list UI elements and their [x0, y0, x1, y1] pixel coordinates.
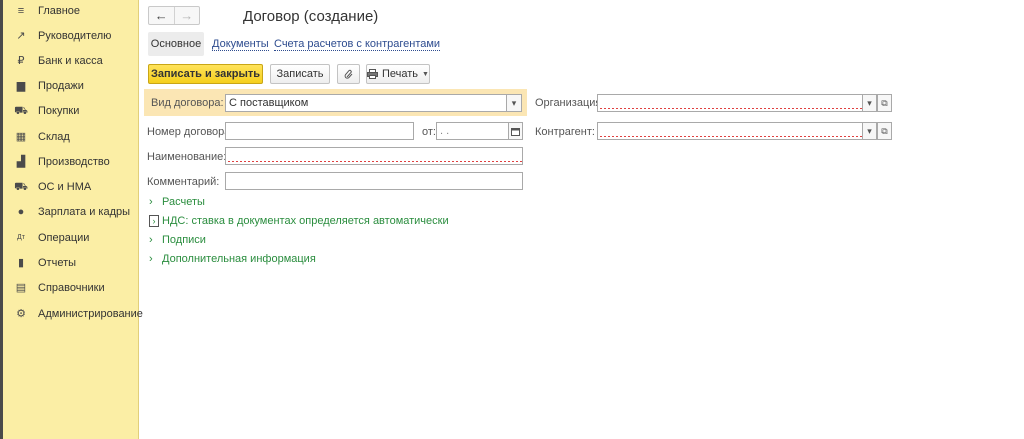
- sidebar-item-sales[interactable]: ▆ Продажи: [3, 74, 139, 98]
- sidebar-item-label: Зарплата и кадры: [38, 206, 131, 218]
- name-field[interactable]: [225, 147, 523, 165]
- open-window-icon: ⧉: [881, 125, 888, 136]
- contract-type-dropdown-button[interactable]: ▾: [506, 94, 522, 112]
- factory-icon: ▟: [16, 156, 26, 168]
- chevron-down-icon: ▾: [867, 125, 872, 136]
- tab-documents[interactable]: Документы: [212, 32, 269, 56]
- forward-button[interactable]: →: [175, 7, 200, 24]
- chevron-down-icon: ▾: [867, 97, 872, 108]
- contract-type-label: Вид договора:: [151, 97, 224, 109]
- contract-type-select[interactable]: С поставщиком: [225, 94, 507, 112]
- sidebar-item-label: Продажи: [38, 80, 84, 92]
- sidebar-item-label: Банк и касса: [38, 55, 103, 67]
- open-window-icon: ⧉: [881, 97, 888, 108]
- group-settlements-label: Расчеты: [162, 196, 205, 208]
- truck-icon: ⛟: [14, 181, 28, 193]
- date-label: от:: [422, 126, 436, 138]
- organization-open-button[interactable]: ⧉: [877, 94, 892, 112]
- sidebar-item-purchases[interactable]: ⛟ Покупки: [3, 99, 139, 123]
- dt-kt-icon: Дт: [17, 234, 25, 241]
- group-settlements[interactable]: › Расчеты: [149, 194, 205, 210]
- sidebar-item-bank[interactable]: ₽ Банк и касса: [3, 49, 139, 73]
- sidebar-item-main[interactable]: ≡ Главное: [3, 0, 139, 23]
- menu-icon: ≡: [17, 5, 25, 17]
- sidebar-item-label: Покупки: [38, 105, 80, 117]
- organization-field[interactable]: [597, 94, 863, 112]
- chevron-right-icon: ›: [149, 215, 159, 227]
- sidebar-item-warehouse[interactable]: ▦ Склад: [3, 125, 139, 149]
- attach-button[interactable]: [337, 64, 360, 84]
- books-icon: ▤: [15, 282, 27, 294]
- counterparty-open-button[interactable]: ⧉: [877, 122, 892, 140]
- back-button[interactable]: ←: [149, 7, 174, 24]
- sidebar-item-label: Производство: [38, 156, 110, 168]
- save-and-close-button[interactable]: Записать и закрыть: [148, 64, 263, 84]
- name-label: Наименование:: [147, 151, 227, 163]
- sidebar-item-administration[interactable]: ⚙ Администрирование: [3, 302, 143, 326]
- date-field[interactable]: . .: [436, 122, 509, 140]
- person-icon: ●: [17, 206, 25, 218]
- warehouse-icon: ▦: [15, 131, 27, 143]
- save-button[interactable]: Записать: [270, 64, 330, 84]
- group-additional-info[interactable]: › Дополнительная информация: [149, 251, 316, 267]
- chevron-down-icon: ▼: [422, 70, 429, 78]
- sidebar-item-manager[interactable]: ↗ Руководителю: [3, 24, 139, 48]
- paperclip-icon: [343, 68, 355, 80]
- sidebar-item-label: Руководителю: [38, 30, 112, 42]
- printer-icon: [367, 69, 378, 79]
- tab-accounts-label: Счета расчетов с контрагентами: [274, 37, 441, 51]
- sidebar-item-reports[interactable]: ▮ Отчеты: [3, 251, 139, 275]
- organization-dropdown-button[interactable]: ▾: [862, 94, 877, 112]
- counterparty-label: Контрагент:: [535, 126, 595, 138]
- contract-number-label: Номер договора:: [147, 126, 234, 138]
- calendar-icon: [511, 127, 520, 136]
- contract-number-field[interactable]: [225, 122, 414, 140]
- group-vat[interactable]: › НДС: ставка в документах определяется …: [149, 213, 449, 229]
- sidebar-item-production[interactable]: ▟ Производство: [3, 150, 139, 174]
- calendar-button[interactable]: [508, 122, 523, 140]
- sidebar: ≡ Главное ↗ Руководителю ₽ Банк и касса …: [3, 0, 143, 439]
- gear-icon: ⚙: [16, 308, 26, 320]
- sidebar-item-label: Главное: [38, 5, 81, 17]
- organization-label: Организация:: [535, 97, 605, 109]
- print-button[interactable]: Печать ▼: [366, 64, 430, 84]
- sidebar-item-operations[interactable]: Дт Операции: [3, 226, 139, 250]
- bar-chart-icon: ▮: [17, 257, 25, 269]
- group-additional-info-label: Дополнительная информация: [162, 253, 316, 265]
- chevron-right-icon: ›: [149, 234, 153, 246]
- chevron-right-icon: ›: [149, 196, 153, 208]
- sidebar-item-salary[interactable]: ● Зарплата и кадры: [3, 200, 139, 224]
- sidebar-item-label: ОС и НМА: [38, 181, 92, 193]
- sidebar-item-fixed-assets[interactable]: ⛟ ОС и НМА: [3, 175, 139, 199]
- sidebar-item-label: Справочники: [38, 282, 105, 294]
- bag-icon: ▆: [16, 80, 26, 92]
- tab-documents-label: Документы: [212, 37, 269, 51]
- group-signatures[interactable]: › Подписи: [149, 232, 206, 248]
- counterparty-dropdown-button[interactable]: ▾: [862, 122, 877, 140]
- sidebar-item-label: Операции: [38, 232, 90, 244]
- group-signatures-label: Подписи: [162, 234, 206, 246]
- comment-label: Комментарий:: [147, 176, 220, 188]
- sidebar-item-label: Отчеты: [38, 257, 77, 269]
- sidebar-item-label: Склад: [38, 131, 70, 143]
- chevron-right-icon: ›: [149, 253, 153, 265]
- chevron-down-icon: ▾: [511, 97, 517, 108]
- comment-field[interactable]: [225, 172, 523, 190]
- tab-main[interactable]: Основное: [148, 32, 204, 56]
- group-vat-label: НДС: ставка в документах определяется ав…: [162, 215, 449, 227]
- sidebar-item-label: Администрирование: [38, 308, 143, 320]
- ruble-icon: ₽: [17, 55, 25, 67]
- tab-accounts[interactable]: Счета расчетов с контрагентами: [274, 32, 441, 56]
- cart-icon: ⛟: [14, 105, 28, 117]
- sidebar-item-directories[interactable]: ▤ Справочники: [3, 276, 139, 300]
- trend-icon: ↗: [16, 30, 26, 42]
- page-title: Договор (создание): [243, 8, 379, 25]
- print-button-label: Печать: [382, 68, 419, 80]
- history-navigation: ← →: [148, 6, 200, 25]
- counterparty-field[interactable]: [597, 122, 863, 140]
